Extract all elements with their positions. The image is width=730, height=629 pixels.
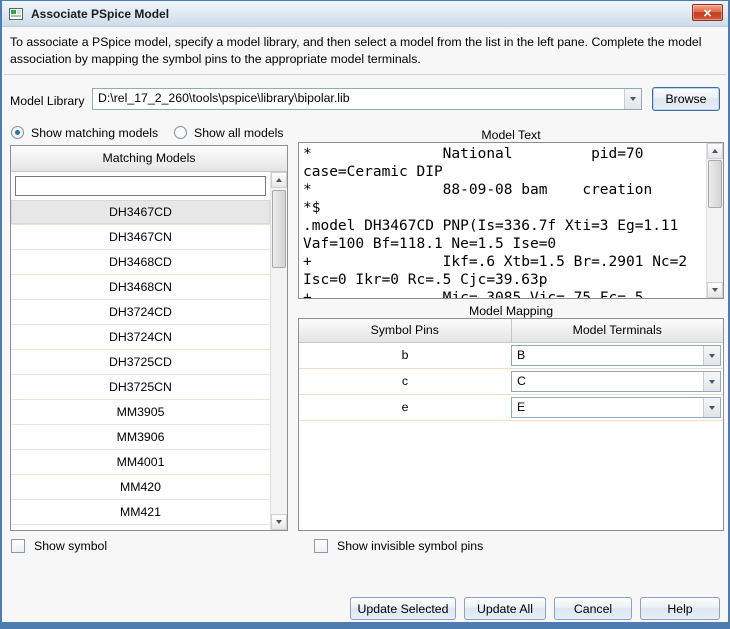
model-text-label: Model Text (298, 128, 724, 142)
dropdown-arrow-icon[interactable] (703, 346, 720, 365)
checkbox-icon (314, 539, 328, 553)
matching-models-header: Matching Models (11, 146, 287, 172)
dropdown-arrow-icon[interactable] (703, 398, 720, 417)
scrollbar-thumb[interactable] (272, 190, 286, 268)
radio-selected-icon (11, 126, 24, 139)
dropdown-arrow-icon[interactable] (624, 89, 641, 109)
scroll-up-icon (712, 149, 718, 153)
browse-button[interactable]: Browse (652, 87, 720, 111)
title-bar[interactable]: Associate PSpice Model (2, 1, 728, 27)
model-mapping-table: Symbol Pins Model Terminals bBcCeE (298, 318, 724, 531)
close-button[interactable] (692, 4, 723, 21)
model-list-item[interactable]: MM3906 (11, 425, 270, 450)
symbol-pin-label: b (299, 343, 511, 368)
scrollbar-thumb[interactable] (708, 160, 722, 208)
checkbox-label: Show invisible symbol pins (337, 539, 483, 553)
model-text-scrollbar[interactable] (706, 143, 723, 298)
update-selected-button[interactable]: Update Selected (350, 597, 456, 620)
model-terminal-combo[interactable]: E (511, 397, 721, 418)
help-button[interactable]: Help (640, 597, 720, 620)
model-list-item[interactable]: MM3905 (11, 400, 270, 425)
radio-unselected-icon (174, 126, 187, 139)
model-list-item[interactable]: MM421 (11, 500, 270, 525)
model-terminal-combo[interactable]: B (511, 345, 721, 366)
checkbox-label: Show symbol (34, 539, 107, 553)
model-list-item[interactable]: MM420 (11, 475, 270, 500)
cancel-button[interactable]: Cancel (554, 597, 632, 620)
scroll-down-button[interactable] (707, 282, 723, 298)
model-mapping-row: cC (299, 369, 723, 395)
model-list-item[interactable]: DH3725CD (11, 350, 270, 375)
model-list-item[interactable]: DH3468CD (11, 250, 270, 275)
symbol-pin-label: c (299, 369, 511, 394)
model-mapping-row: eE (299, 395, 723, 421)
model-filter-input[interactable] (15, 176, 266, 196)
show-symbol-checkbox[interactable]: Show symbol (11, 538, 107, 553)
model-list-item[interactable]: DH3468CN (11, 275, 270, 300)
scroll-down-button[interactable] (271, 514, 287, 530)
close-icon (703, 9, 712, 17)
instructions-text: To associate a PSpice model, specify a m… (10, 34, 722, 68)
dropdown-arrow-icon[interactable] (703, 372, 720, 391)
model-library-label: Model Library (10, 94, 85, 108)
scroll-up-icon (276, 178, 282, 182)
model-text-content: * National pid=70 case=Ceramic DIP * 88-… (303, 145, 705, 298)
symbol-pin-label: e (299, 395, 511, 420)
model-library-value: D:\rel_17_2_260\tools\pspice\library\bip… (93, 89, 624, 109)
associate-pspice-model-dialog: Associate PSpice Model To associate a PS… (0, 0, 730, 629)
scroll-up-button[interactable] (271, 172, 287, 188)
scroll-down-icon (712, 288, 718, 292)
model-list-item[interactable]: DH3467CN (11, 225, 270, 250)
model-terminal-value: C (512, 372, 703, 391)
matching-models-pane: Matching Models DH3467CDDH3467CNDH3468CD… (10, 145, 288, 531)
model-mapping-header: Symbol Pins Model Terminals (299, 319, 723, 343)
button-bar: Update Selected Update All Cancel Help (350, 597, 720, 620)
model-list-item[interactable]: MM4001 (11, 450, 270, 475)
app-icon (9, 7, 24, 21)
window-title: Associate PSpice Model (31, 7, 169, 21)
model-list-item[interactable]: DH3724CD (11, 300, 270, 325)
model-terminal-value: E (512, 398, 703, 417)
model-mapping-label: Model Mapping (298, 304, 724, 318)
model-mapping-row: bB (299, 343, 723, 369)
model-list-item[interactable]: MM4258 (11, 525, 270, 530)
column-model-terminals: Model Terminals (512, 319, 724, 342)
model-list-item[interactable]: DH3467CD (11, 200, 270, 225)
matching-models-list: DH3467CDDH3467CNDH3468CDDH3468CNDH3724CD… (11, 200, 270, 530)
model-library-combo[interactable]: D:\rel_17_2_260\tools\pspice\library\bip… (92, 88, 642, 110)
radio-show-matching-models[interactable]: Show matching models (11, 125, 158, 140)
radio-show-all-models[interactable]: Show all models (174, 125, 284, 140)
column-symbol-pins: Symbol Pins (299, 319, 512, 342)
model-text-area[interactable]: * National pid=70 case=Ceramic DIP * 88-… (298, 142, 724, 299)
model-list-item[interactable]: DH3725CN (11, 375, 270, 400)
checkbox-icon (11, 539, 25, 553)
model-mapping-rows: bBcCeE (299, 343, 723, 421)
update-all-button[interactable]: Update All (464, 597, 546, 620)
scroll-up-button[interactable] (707, 143, 723, 159)
model-terminal-combo[interactable]: C (511, 371, 721, 392)
model-terminal-value: B (512, 346, 703, 365)
radio-label: Show all models (194, 126, 284, 140)
divider (4, 74, 726, 75)
scroll-down-icon (276, 520, 282, 524)
show-invisible-pins-checkbox[interactable]: Show invisible symbol pins (314, 538, 483, 553)
model-list-item[interactable]: DH3724CN (11, 325, 270, 350)
radio-label: Show matching models (31, 126, 158, 140)
models-scrollbar[interactable] (270, 172, 287, 530)
